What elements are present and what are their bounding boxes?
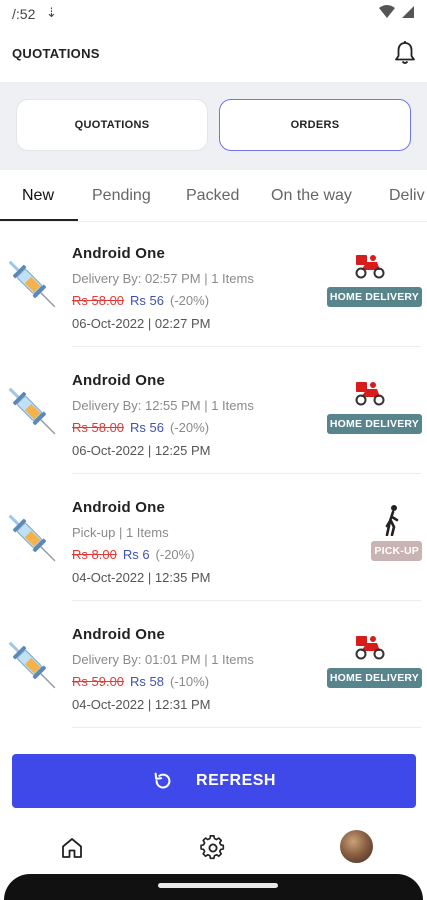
discount: (-20%) bbox=[170, 420, 210, 435]
order-price: Rs 58.00 Rs 56 (-20%) bbox=[72, 420, 209, 435]
pickup-badge: PICK-UP bbox=[371, 541, 422, 561]
segment-control: QUOTATIONS ORDERS bbox=[0, 82, 427, 170]
delivery-scooter-icon bbox=[355, 636, 385, 660]
home-indicator[interactable] bbox=[158, 883, 278, 888]
divider bbox=[72, 600, 421, 601]
divider bbox=[72, 473, 421, 474]
old-price: Rs 59.00 bbox=[72, 674, 125, 689]
tab-on-the-way[interactable]: On the way bbox=[271, 187, 352, 205]
order-info: Delivery By: 01:01 PM | 1 Items bbox=[72, 652, 254, 667]
avatar[interactable] bbox=[340, 830, 373, 863]
order-item[interactable]: Android One Delivery By: 01:01 PM | 1 It… bbox=[0, 603, 427, 729]
home-delivery-badge: HOME DELIVERY bbox=[326, 668, 422, 688]
syringe-icon bbox=[8, 641, 56, 689]
gear-icon[interactable] bbox=[200, 835, 226, 861]
status-icons bbox=[379, 5, 415, 19]
gesture-bar bbox=[4, 874, 423, 900]
walking-person-icon bbox=[385, 505, 399, 536]
order-info: Delivery By: 02:57 PM | 1 Items bbox=[72, 271, 254, 286]
syringe-icon bbox=[8, 387, 56, 435]
order-info: Pick-up | 1 Items bbox=[72, 525, 169, 540]
home-icon[interactable] bbox=[60, 836, 84, 860]
order-date: 04-Oct-2022 | 12:35 PM bbox=[72, 570, 211, 585]
status-bar: /:52 ⇣ bbox=[0, 0, 427, 28]
bell-icon[interactable] bbox=[393, 40, 417, 66]
divider bbox=[72, 346, 421, 347]
old-price: Rs 8.00 bbox=[72, 547, 117, 562]
tab-new[interactable]: New bbox=[22, 187, 54, 205]
old-price: Rs 58.00 bbox=[72, 420, 125, 435]
order-info: Delivery By: 12:55 PM | 1 Items bbox=[72, 398, 254, 413]
delivery-scooter-icon bbox=[355, 255, 385, 279]
order-name: Android One bbox=[72, 372, 166, 389]
refresh-button[interactable]: REFRESH bbox=[12, 754, 416, 808]
order-item[interactable]: Android One Delivery By: 02:57 PM | 1 It… bbox=[0, 222, 427, 348]
app-header: QUOTATIONS bbox=[0, 28, 427, 82]
old-price: Rs 58.00 bbox=[72, 293, 125, 308]
home-delivery-badge: HOME DELIVERY bbox=[326, 287, 422, 307]
order-date: 06-Oct-2022 | 02:27 PM bbox=[72, 316, 211, 331]
order-item[interactable]: Android One Delivery By: 12:55 PM | 1 It… bbox=[0, 349, 427, 475]
order-name: Android One bbox=[72, 245, 166, 262]
new-price: Rs 58 bbox=[130, 674, 165, 689]
new-price: Rs 56 bbox=[130, 293, 165, 308]
order-status-tabs: New Pending Packed On the way Deliv bbox=[0, 170, 427, 222]
refresh-label: REFRESH bbox=[196, 772, 276, 789]
order-name: Android One bbox=[72, 626, 166, 643]
tab-pending[interactable]: Pending bbox=[92, 187, 151, 205]
tab-packed[interactable]: Packed bbox=[186, 187, 239, 205]
divider bbox=[72, 727, 421, 728]
discount: (-20%) bbox=[155, 547, 195, 562]
refresh-icon bbox=[154, 772, 171, 789]
syringe-icon bbox=[8, 514, 56, 562]
download-arrow-icon: ⇣ bbox=[46, 5, 57, 20]
syringe-icon bbox=[8, 260, 56, 308]
new-price: Rs 56 bbox=[130, 420, 165, 435]
discount: (-20%) bbox=[170, 293, 210, 308]
page-title: QUOTATIONS bbox=[12, 46, 100, 61]
order-name: Android One bbox=[72, 499, 166, 516]
segment-quotations[interactable]: QUOTATIONS bbox=[16, 99, 208, 151]
order-price: Rs 59.00 Rs 58 (-10%) bbox=[72, 674, 209, 689]
order-date: 06-Oct-2022 | 12:25 PM bbox=[72, 443, 211, 458]
order-date: 04-Oct-2022 | 12:31 PM bbox=[72, 697, 211, 712]
active-tab-indicator bbox=[0, 219, 78, 221]
wifi-icon bbox=[379, 5, 395, 18]
signal-icon bbox=[402, 6, 414, 18]
discount: (-10%) bbox=[170, 674, 210, 689]
segment-orders[interactable]: ORDERS bbox=[219, 99, 411, 151]
bottom-navigation bbox=[0, 820, 427, 874]
tab-delivered[interactable]: Deliv bbox=[389, 187, 425, 205]
order-price: Rs 8.00 Rs 6 (-20%) bbox=[72, 547, 195, 562]
home-delivery-badge: HOME DELIVERY bbox=[326, 414, 422, 434]
order-item[interactable]: Android One Pick-up | 1 Items Rs 8.00 Rs … bbox=[0, 476, 427, 602]
order-price: Rs 58.00 Rs 56 (-20%) bbox=[72, 293, 209, 308]
delivery-scooter-icon bbox=[355, 382, 385, 406]
status-time: /:52 bbox=[12, 6, 36, 22]
new-price: Rs 6 bbox=[122, 547, 150, 562]
